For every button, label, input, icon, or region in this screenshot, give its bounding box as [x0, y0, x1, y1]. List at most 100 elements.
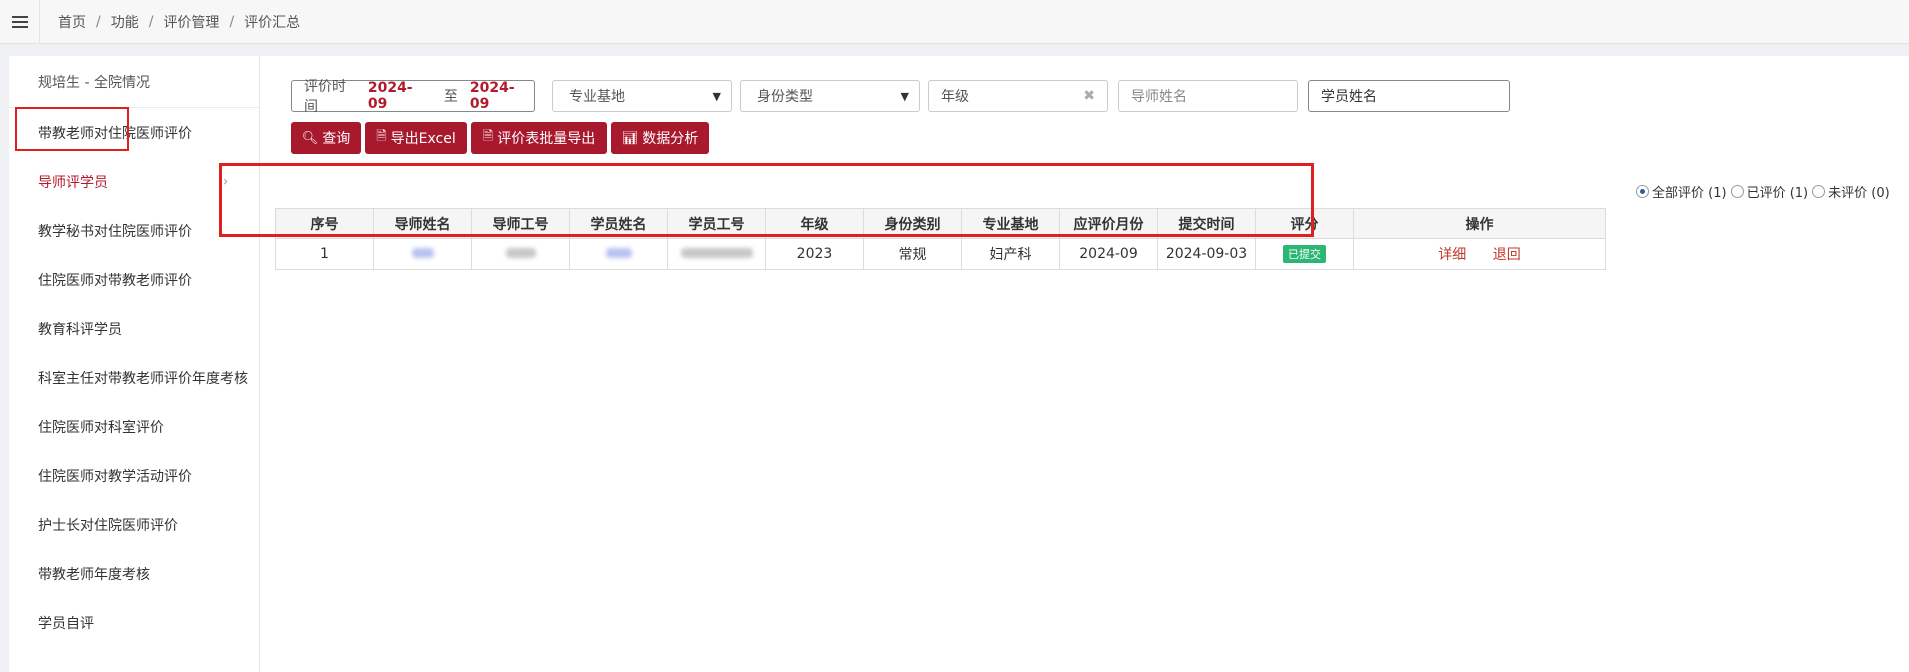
date-to-value[interactable]: 2024-09 — [470, 80, 534, 112]
column-header-score: 评分 — [1255, 208, 1354, 239]
sidebar-item-mentor-eval-student[interactable]: 导师评学员 › — [9, 157, 259, 206]
table-row: 1 2023 常规 妇产科 2024-09 2024-09-03 已提交 详细 — [275, 238, 1606, 270]
redacted-text — [680, 248, 753, 258]
date-from-value[interactable]: 2024-09 — [368, 80, 432, 112]
date-range-separator: 至 — [443, 89, 458, 105]
chevron-down-icon: ▼ — [712, 89, 721, 103]
file-export-icon: 🗎︎ — [376, 129, 387, 144]
sidebar-item-education-dept-eval[interactable]: 教育科评学员 — [9, 304, 259, 353]
identity-type-select[interactable]: 身份类型 ▼ — [740, 80, 920, 112]
return-link[interactable]: 退回 — [1493, 247, 1521, 263]
sidebar-item-resident-eval-dept[interactable]: 住院医师对科室评价 — [9, 402, 259, 451]
cell-student-name[interactable] — [569, 238, 668, 270]
cell-eval-month: 2024-09 — [1059, 238, 1158, 270]
export-excel-button[interactable]: 🗎︎ 导出Excel — [365, 122, 467, 154]
sidebar-item-teacher-annual-review[interactable]: 带教老师年度考核 — [9, 549, 259, 598]
identity-select-text: 身份类型 — [757, 89, 813, 105]
sidebar-item-head-nurse-eval[interactable]: 护士长对住院医师评价 — [9, 500, 259, 549]
content-area: 评价时间 2024-09 至 2024-09 专业基地 ▼ 身份类型 ▼ 年级 … — [261, 56, 1909, 672]
data-analysis-label: 数据分析 — [642, 131, 699, 147]
grade-input[interactable]: 年级 ✖ — [928, 80, 1108, 112]
sidebar-item-label: 教育科评学员 — [38, 321, 122, 338]
clear-icon[interactable]: ✖ — [1083, 88, 1095, 104]
sidebar-item-label: 住院医师对教学活动评价 — [38, 468, 192, 485]
student-name-input[interactable]: 学员姓名 — [1308, 80, 1510, 112]
status-badge: 已提交 — [1283, 245, 1326, 263]
radio-all-evaluations[interactable]: 全部评价 (1) — [1636, 182, 1727, 201]
export-excel-label: 导出Excel — [390, 131, 456, 147]
top-bar: 首页 / 功能 / 评价管理 / 评价汇总 — [0, 0, 1909, 44]
batch-export-button[interactable]: 🗎︎ 评价表批量导出 — [471, 122, 607, 154]
sidebar-item-label: 导师评学员 — [38, 174, 108, 191]
sidebar-item-tutor-teacher-eval[interactable]: 带教老师对住院医师评价 — [9, 108, 259, 157]
radio-dot — [1730, 185, 1744, 198]
breadcrumb-separator: / — [229, 13, 235, 30]
cell-index: 1 — [275, 238, 374, 270]
column-header-submit-time: 提交时间 — [1157, 208, 1256, 239]
column-header-actions: 操作 — [1353, 208, 1606, 239]
specialty-select-text: 专业基地 — [569, 89, 625, 105]
sidebar-item-self-eval[interactable]: 学员自评 — [9, 598, 259, 647]
sidebar-item-label: 住院医师对科室评价 — [38, 419, 164, 436]
hamburger-icon — [11, 15, 28, 28]
radio-dot-checked — [1636, 185, 1649, 198]
cell-student-id — [667, 238, 766, 270]
breadcrumb-item-function[interactable]: 功能 — [111, 12, 139, 32]
radio-label: 全部评价 (1) — [1652, 186, 1727, 201]
sidebar-item-resident-eval-teacher[interactable]: 住院医师对带教老师评价 — [9, 255, 259, 304]
menu-toggle-button[interactable] — [0, 0, 40, 44]
filter-bar: 评价时间 2024-09 至 2024-09 专业基地 ▼ 身份类型 ▼ 年级 … — [291, 79, 1851, 115]
evaluation-date-range[interactable]: 评价时间 2024-09 至 2024-09 — [291, 79, 535, 115]
tutor-name-input[interactable]: 导师姓名 — [1118, 80, 1298, 112]
column-header-tutor-name: 导师姓名 — [373, 208, 472, 239]
column-header-identity: 身份类别 — [863, 208, 962, 239]
breadcrumb-separator: / — [96, 13, 101, 30]
sidebar-item-label: 住院医师对带教老师评价 — [38, 272, 192, 289]
sidebar-item-label: 护士长对住院医师评价 — [38, 517, 178, 534]
breadcrumb: 首页 / 功能 / 评价管理 / 评价汇总 — [58, 12, 300, 32]
column-header-student-id: 学员工号 — [667, 208, 766, 239]
chevron-right-icon: › — [223, 174, 229, 189]
breadcrumb-separator: / — [148, 13, 154, 30]
grade-input-placeholder: 年级 — [941, 89, 969, 105]
data-analysis-button[interactable]: 📊︎ 数据分析 — [611, 122, 709, 154]
column-header-specialty: 专业基地 — [961, 208, 1060, 239]
sidebar-item-label: 带教老师年度考核 — [38, 566, 150, 583]
cell-score: 已提交 — [1255, 238, 1354, 270]
action-button-row: 🔍︎ 查询 🗎︎ 导出Excel 🗎︎ 评价表批量导出 📊︎ 数据分析 — [291, 122, 713, 154]
radio-evaluated[interactable]: 已评价 (1) — [1730, 182, 1809, 201]
sidebar-item-secretary-eval[interactable]: 教学秘书对住院医师评价 — [9, 206, 259, 255]
radio-not-evaluated[interactable]: 未评价 (0) — [1812, 182, 1890, 201]
column-header-index: 序号 — [275, 208, 374, 239]
specialty-select[interactable]: 专业基地 ▼ — [552, 80, 732, 112]
cell-submit-time: 2024-09-03 — [1157, 238, 1256, 270]
breadcrumb-item-evaluation-management[interactable]: 评价管理 — [163, 12, 219, 32]
sidebar-item-director-annual-review[interactable]: 科室主任对带教老师评价年度考核 — [9, 353, 259, 402]
bar-chart-icon: 📊︎ — [621, 130, 639, 146]
detail-link[interactable]: 详细 — [1438, 247, 1466, 263]
radio-label: 未评价 (0) — [1828, 186, 1890, 201]
search-icon: 🔍︎ — [301, 130, 319, 146]
query-button-label: 查询 — [322, 131, 351, 147]
breadcrumb-item-home[interactable]: 首页 — [58, 12, 86, 32]
query-button[interactable]: 🔍︎ 查询 — [291, 122, 361, 154]
column-header-grade: 年级 — [765, 208, 864, 239]
sidebar: 规培生 - 全院情况 带教老师对住院医师评价 导师评学员 › 教学秘书对住院医师评… — [9, 56, 260, 672]
batch-export-label: 评价表批量导出 — [497, 131, 596, 147]
file-pdf-icon: 🗎︎ — [482, 129, 494, 144]
tutor-name-placeholder: 导师姓名 — [1131, 89, 1187, 105]
cell-tutor-name[interactable] — [373, 238, 472, 270]
cell-tutor-id — [471, 238, 570, 270]
evaluation-filter-radios: 全部评价 (1) 已评价 (1) 未评价 (0) — [1636, 182, 1894, 201]
cell-actions: 详细 退回 — [1353, 238, 1606, 270]
cell-grade: 2023 — [765, 238, 864, 270]
evaluation-table-wrap: 序号 导师姓名 导师工号 学员姓名 学员工号 年级 身份类别 专业基地 应评价月… — [275, 208, 1909, 270]
radio-dot — [1812, 185, 1826, 198]
sidebar-item-resident-eval-activity[interactable]: 住院医师对教学活动评价 — [9, 451, 259, 500]
sidebar-item-label: 带教老师对住院医师评价 — [38, 125, 192, 142]
radio-label: 已评价 (1) — [1746, 186, 1809, 201]
evaluation-table: 序号 导师姓名 导师工号 学员姓名 学员工号 年级 身份类别 专业基地 应评价月… — [275, 208, 1606, 270]
sidebar-item-label: 教学秘书对住院医师评价 — [38, 223, 192, 240]
column-header-eval-month: 应评价月份 — [1059, 208, 1158, 239]
table-header-row: 序号 导师姓名 导师工号 学员姓名 学员工号 年级 身份类别 专业基地 应评价月… — [275, 208, 1606, 239]
